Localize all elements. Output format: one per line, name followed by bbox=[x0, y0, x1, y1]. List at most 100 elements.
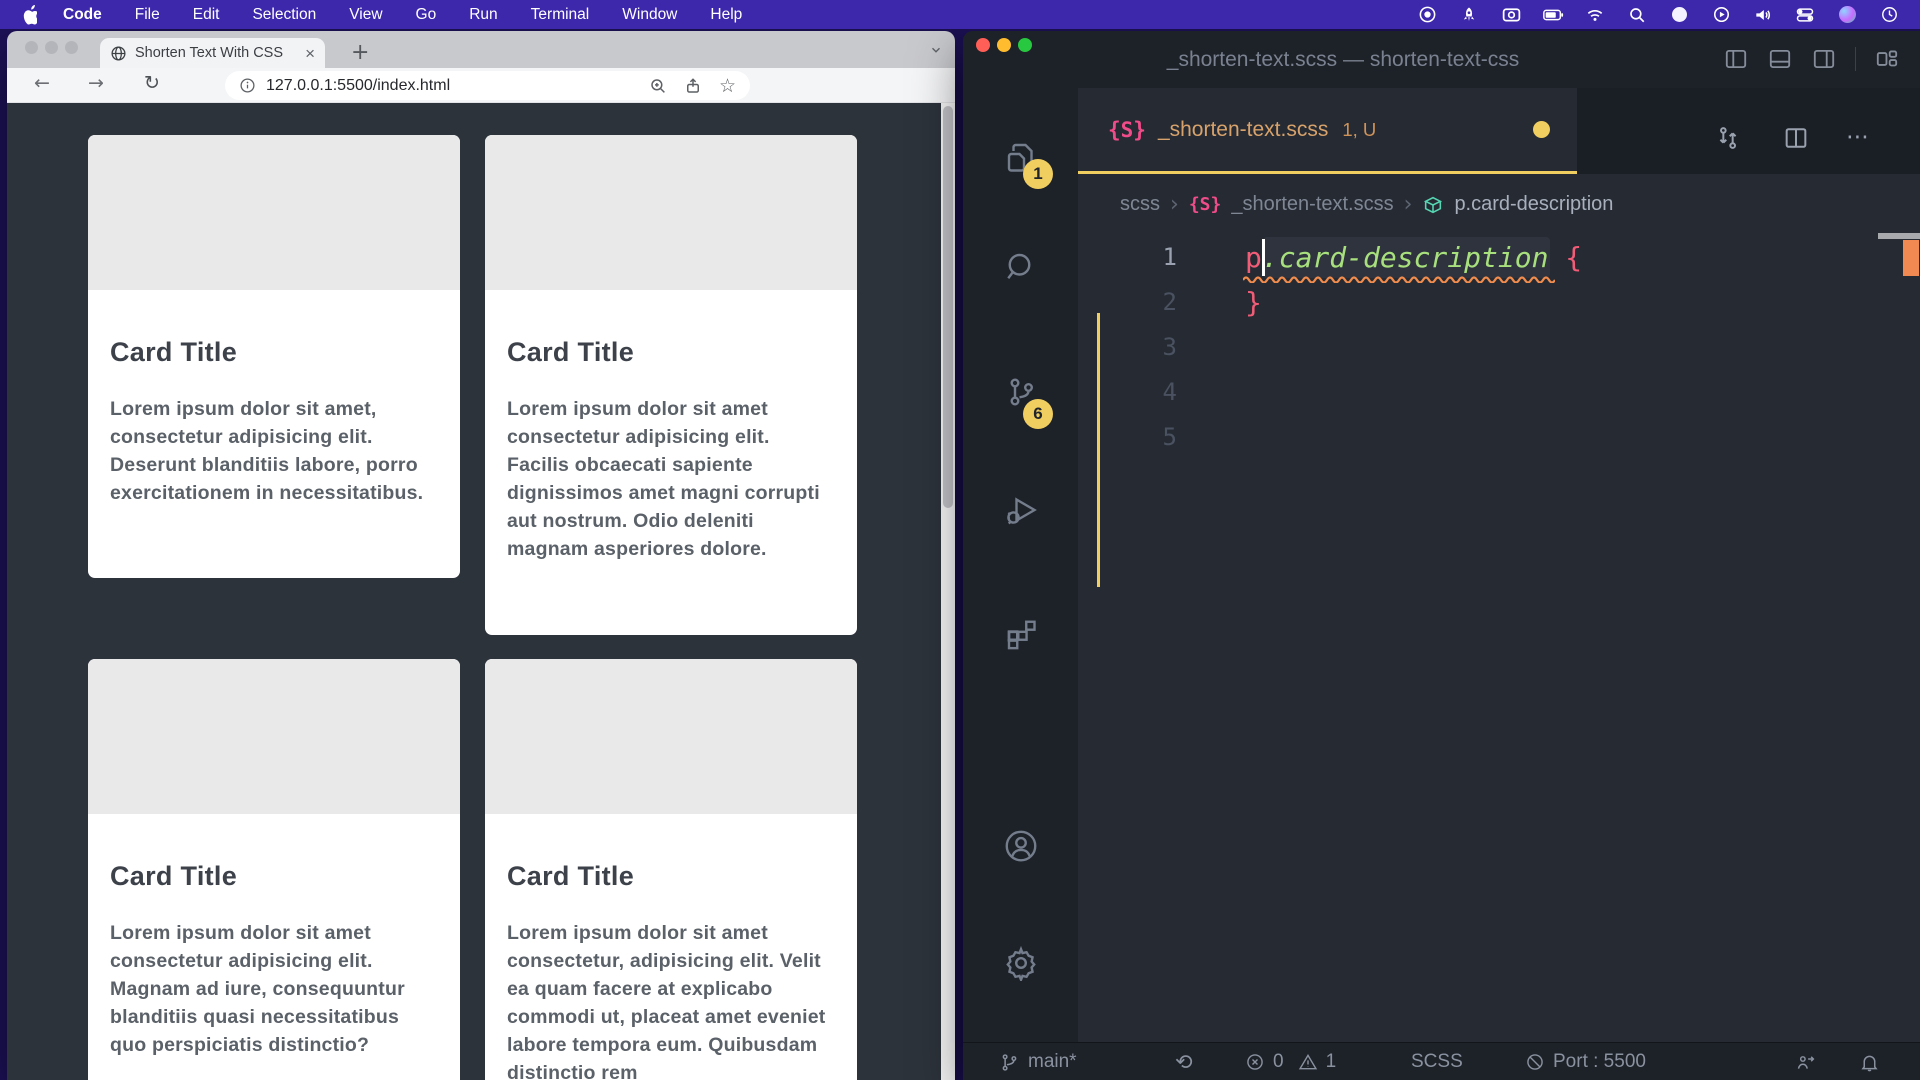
close-tab-icon[interactable]: × bbox=[305, 45, 315, 62]
url-text[interactable]: 127.0.0.1:5500/index.html bbox=[266, 77, 632, 95]
menu-terminal[interactable]: Terminal bbox=[531, 6, 590, 24]
card-title: Card Title bbox=[507, 861, 831, 892]
rocket-icon[interactable] bbox=[1458, 4, 1480, 26]
line-number: 5 bbox=[1078, 415, 1177, 460]
chevron-right-icon: › bbox=[1404, 192, 1413, 217]
toggle-panel-icon[interactable] bbox=[1767, 46, 1793, 72]
card-image-placeholder bbox=[88, 135, 460, 290]
minimize-window-button[interactable] bbox=[45, 41, 58, 54]
search-icon[interactable] bbox=[963, 249, 1078, 285]
minimize-window-button[interactable] bbox=[997, 38, 1011, 52]
customize-layout-icon[interactable] bbox=[1874, 46, 1900, 72]
extensions-icon[interactable] bbox=[963, 615, 1078, 651]
toggle-sidebar-icon[interactable] bbox=[1723, 46, 1749, 72]
settings-gear-icon[interactable] bbox=[963, 945, 1078, 981]
chrome-window: Shorten Text With CSS × + ← → ↻ 127.0.0.… bbox=[7, 31, 955, 1080]
volume-icon[interactable] bbox=[1752, 4, 1774, 26]
open-brace-token: { bbox=[1565, 241, 1582, 274]
share-icon[interactable] bbox=[684, 77, 702, 95]
playback-icon[interactable] bbox=[1710, 4, 1732, 26]
battery-icon[interactable] bbox=[1542, 4, 1564, 26]
sync-icon[interactable]: ⟲ bbox=[1175, 1043, 1193, 1080]
control-center-icon[interactable] bbox=[1794, 4, 1816, 26]
code-line-2[interactable]: } bbox=[1245, 280, 1262, 325]
zoom-page-icon[interactable] bbox=[649, 77, 667, 95]
menu-run[interactable]: Run bbox=[469, 6, 497, 24]
problems-item[interactable]: 0 1 bbox=[1245, 1043, 1336, 1080]
reload-button[interactable]: ↻ bbox=[139, 72, 165, 94]
card-title: Card Title bbox=[507, 337, 831, 368]
breadcrumb-file[interactable]: _shorten-text.scss bbox=[1231, 193, 1393, 216]
code-line-1[interactable]: p.card-description { bbox=[1245, 235, 1582, 280]
site-info-icon[interactable] bbox=[239, 77, 256, 94]
clock-icon[interactable] bbox=[1878, 4, 1900, 26]
run-debug-icon[interactable] bbox=[963, 492, 1078, 528]
branch-name: main* bbox=[1028, 1051, 1077, 1073]
close-window-button[interactable] bbox=[976, 38, 990, 52]
bookmark-star-icon[interactable]: ☆ bbox=[719, 75, 736, 97]
port-label: Port : 5500 bbox=[1553, 1051, 1646, 1073]
accounts-icon[interactable] bbox=[963, 827, 1078, 865]
code-editor[interactable]: 1 2 3 4 5 p.card-description { } bbox=[1078, 235, 1920, 1042]
editor-more-actions-icon[interactable]: ⋯ bbox=[1846, 124, 1870, 150]
menu-go[interactable]: Go bbox=[416, 6, 437, 24]
record-icon[interactable] bbox=[1416, 4, 1438, 26]
zoom-window-button[interactable] bbox=[65, 41, 78, 54]
address-bar[interactable]: 127.0.0.1:5500/index.html ☆ bbox=[225, 71, 750, 100]
toggle-secondary-sidebar-icon[interactable] bbox=[1811, 46, 1837, 72]
chevron-right-icon: › bbox=[1170, 192, 1179, 217]
source-control-icon[interactable] bbox=[963, 374, 1078, 410]
new-tab-button[interactable]: + bbox=[351, 40, 369, 65]
error-count: 0 bbox=[1273, 1051, 1284, 1073]
apple-menu[interactable] bbox=[20, 5, 37, 25]
text-cursor bbox=[1262, 239, 1265, 276]
menu-file[interactable]: File bbox=[135, 6, 160, 24]
menu-help[interactable]: Help bbox=[710, 6, 742, 24]
menu-view[interactable]: View bbox=[349, 6, 382, 24]
sidebar-sash-highlight[interactable] bbox=[1097, 313, 1100, 587]
back-button[interactable]: ← bbox=[29, 72, 55, 94]
forward-button[interactable]: → bbox=[83, 72, 109, 94]
spotlight-icon[interactable] bbox=[1626, 4, 1648, 26]
notifications-bell-icon[interactable] bbox=[1859, 1043, 1880, 1080]
overview-ruler-warning-marker bbox=[1903, 240, 1919, 276]
close-window-button[interactable] bbox=[25, 41, 38, 54]
language-mode[interactable]: SCSS bbox=[1411, 1043, 1463, 1080]
live-server-port-item[interactable]: Port : 5500 bbox=[1525, 1043, 1646, 1080]
git-branch-item[interactable]: main* bbox=[999, 1043, 1077, 1080]
globe-favicon-icon bbox=[110, 45, 127, 62]
feedback-icon[interactable] bbox=[1795, 1043, 1816, 1080]
breadcrumb: scss › {S} _shorten-text.scss › p.card-d… bbox=[1078, 174, 1920, 235]
breadcrumb-symbol[interactable]: p.card-description bbox=[1454, 193, 1613, 216]
tab-search-chevron-icon[interactable] bbox=[929, 43, 943, 57]
webpage-content: Card Title Lorem ipsum dolor sit amet, c… bbox=[7, 103, 955, 1080]
window-title: _shorten-text.scss — shorten-text-css bbox=[1053, 31, 1633, 88]
open-changes-icon[interactable] bbox=[1714, 124, 1742, 152]
explorer-badge: 1 bbox=[1023, 159, 1053, 189]
split-editor-icon[interactable] bbox=[1782, 124, 1810, 152]
zoom-window-button[interactable] bbox=[1018, 38, 1032, 52]
editor-tab[interactable]: {S} _shorten-text.scss 1, U bbox=[1078, 88, 1577, 171]
menu-app-name[interactable]: Code bbox=[63, 6, 102, 24]
screen-record-icon[interactable] bbox=[1500, 4, 1522, 26]
layout-controls bbox=[1723, 46, 1900, 72]
siri-icon[interactable] bbox=[1836, 4, 1858, 26]
menu-window[interactable]: Window bbox=[622, 6, 677, 24]
editor-tab-bar: {S} _shorten-text.scss 1, U ⋯ bbox=[1078, 88, 1920, 174]
breadcrumb-folder[interactable]: scss bbox=[1120, 193, 1160, 216]
card: Card Title Lorem ipsum dolor sit amet, c… bbox=[88, 135, 460, 578]
browser-tab[interactable]: Shorten Text With CSS × bbox=[100, 38, 325, 68]
unsaved-dot-icon[interactable] bbox=[1533, 121, 1550, 138]
vscode-title-bar: _shorten-text.scss — shorten-text-css bbox=[963, 31, 1920, 88]
warning-squiggle-underline bbox=[1243, 275, 1555, 283]
line-number: 4 bbox=[1078, 370, 1177, 415]
page-scrollbar[interactable] bbox=[941, 103, 955, 1080]
card-title: Card Title bbox=[110, 337, 434, 368]
do-not-disturb-icon[interactable] bbox=[1668, 4, 1690, 26]
wifi-icon[interactable] bbox=[1584, 4, 1606, 26]
explorer-icon[interactable] bbox=[963, 139, 1078, 175]
scss-file-icon: {S} bbox=[1189, 194, 1222, 215]
menu-selection[interactable]: Selection bbox=[252, 6, 316, 24]
scrollbar-thumb[interactable] bbox=[943, 106, 953, 508]
menu-edit[interactable]: Edit bbox=[193, 6, 220, 24]
